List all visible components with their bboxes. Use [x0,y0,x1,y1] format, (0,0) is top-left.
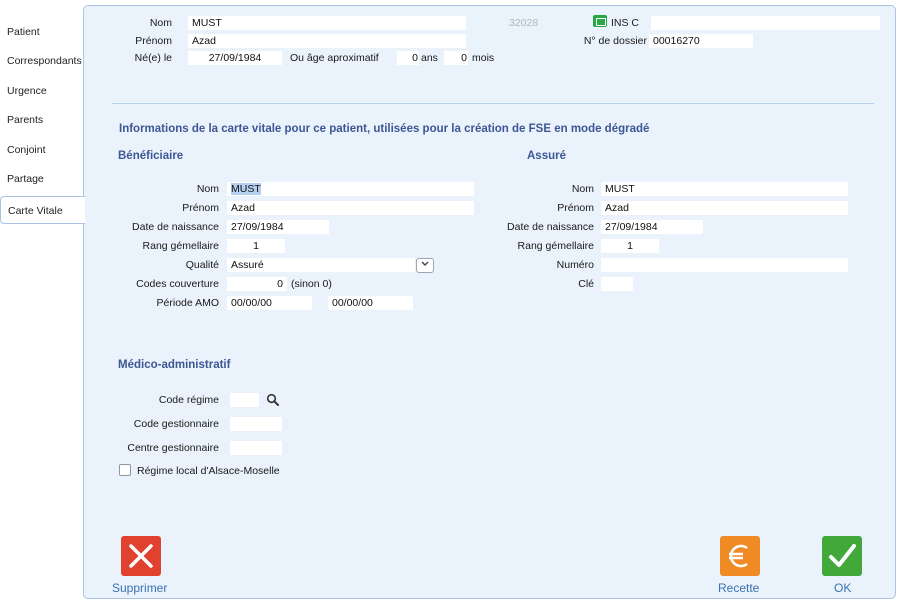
birthdate-input[interactable]: 27/09/1984 [188,51,282,65]
code-gestionnaire-label: Code gestionnaire [133,418,219,430]
beneficiaire-nom-value: MUST [231,183,261,195]
recette-label[interactable]: Recette [718,581,759,595]
assure-nom-input[interactable]: MUST [601,182,848,196]
ins-label: INS C [611,17,640,29]
sidebar-item-carte-vitale[interactable]: Carte Vitale [0,196,85,224]
alsace-moselle-label: Régime local d'Alsace-Moselle [137,465,280,477]
assure-prenom-label: Prénom [557,202,594,214]
assure-cle-label: Clé [578,278,594,290]
recette-button[interactable] [720,536,760,576]
ok-label[interactable]: OK [834,581,851,595]
codes-couverture-hint: (sinon 0) [291,278,332,290]
assure-title: Assuré [527,150,566,162]
checkmark-icon [829,544,856,567]
delete-button[interactable] [121,536,161,576]
sidebar-item-urgence[interactable]: Urgence [0,78,84,104]
beneficiaire-naissance-input[interactable]: 27/09/1984 [227,220,329,234]
dossier-input[interactable]: 00016270 [649,34,753,48]
beneficiaire-nom-label: Nom [196,183,219,195]
approx-age-label: Ou âge aproximatif [290,52,379,64]
birthdate-label: Né(e) le [134,52,172,64]
chevron-down-icon[interactable] [416,258,434,273]
nom-input[interactable]: MUST [188,16,466,30]
assure-rang-input[interactable]: 1 [601,239,659,253]
sidebar-item-conjoint[interactable]: Conjoint [0,137,84,163]
id-card-icon[interactable] [593,15,607,27]
age-months-input[interactable]: 0 [444,51,468,65]
close-icon [129,544,153,568]
beneficiaire-naissance-label: Date de naissance [132,221,219,233]
beneficiaire-prenom-input[interactable]: Azad [227,201,474,215]
carte-vitale-title: Informations de la carte vitale pour ce … [119,123,650,135]
periode-amo-start-input[interactable]: 00/00/00 [227,296,312,310]
nom-label: Nom [149,17,172,29]
ins-input[interactable] [651,16,880,30]
beneficiaire-rang-input[interactable]: 1 [227,239,285,253]
periode-amo-end-input[interactable]: 00/00/00 [328,296,413,310]
ok-button[interactable] [822,536,862,576]
patient-id-number: 32028 [509,17,539,29]
code-regime-input[interactable] [230,393,259,407]
beneficiaire-prenom-label: Prénom [182,202,219,214]
code-gestionnaire-input[interactable] [230,417,282,431]
age-months-unit: mois [472,52,495,64]
prenom-label: Prénom [135,35,172,47]
prenom-input[interactable]: Azad [188,34,466,48]
dossier-label: N° de dossier [583,35,647,47]
beneficiaire-rang-label: Rang gémellaire [142,240,219,252]
code-regime-label: Code régime [158,394,219,406]
age-years-unit: ans [421,52,438,64]
beneficiaire-title: Bénéficiaire [118,150,184,162]
assure-numero-label: Numéro [556,259,594,271]
assure-numero-input[interactable] [601,258,848,272]
medico-title: Médico-administratif [118,359,231,371]
assure-naissance-input[interactable]: 27/09/1984 [601,220,703,234]
sidebar-item-partage[interactable]: Partage [0,166,84,192]
assure-naissance-label: Date de naissance [507,221,594,233]
beneficiaire-nom-input[interactable]: MUST [227,182,474,196]
codes-couverture-input[interactable]: 0 [227,277,287,291]
beneficiaire-codes-label: Codes couverture [136,278,219,290]
assure-cle-input[interactable] [601,277,633,291]
sidebar-item-correspondants[interactable]: Correspondants [0,48,84,74]
periode-amo-label: Période AMO [156,297,219,309]
assure-rang-label: Rang gémellaire [517,240,594,252]
sidebar-item-parents[interactable]: Parents [0,107,84,133]
sidebar: Patient Correspondants Urgence Parents C… [0,0,85,611]
delete-label[interactable]: Supprimer [112,581,167,595]
sidebar-item-patient[interactable]: Patient [0,19,84,45]
euro-icon [729,544,748,568]
separator [112,103,874,104]
qualite-select[interactable]: Assuré [227,258,415,272]
alsace-moselle-checkbox[interactable] [119,464,131,476]
assure-nom-label: Nom [571,183,594,195]
beneficiaire-qualite-label: Qualité [185,259,219,271]
assure-prenom-input[interactable]: Azad [601,201,848,215]
centre-gestionnaire-input[interactable] [230,441,282,455]
centre-gestionnaire-label: Centre gestionnaire [127,442,219,454]
age-years-input[interactable]: 0 [397,51,419,65]
search-icon[interactable] [266,393,280,407]
